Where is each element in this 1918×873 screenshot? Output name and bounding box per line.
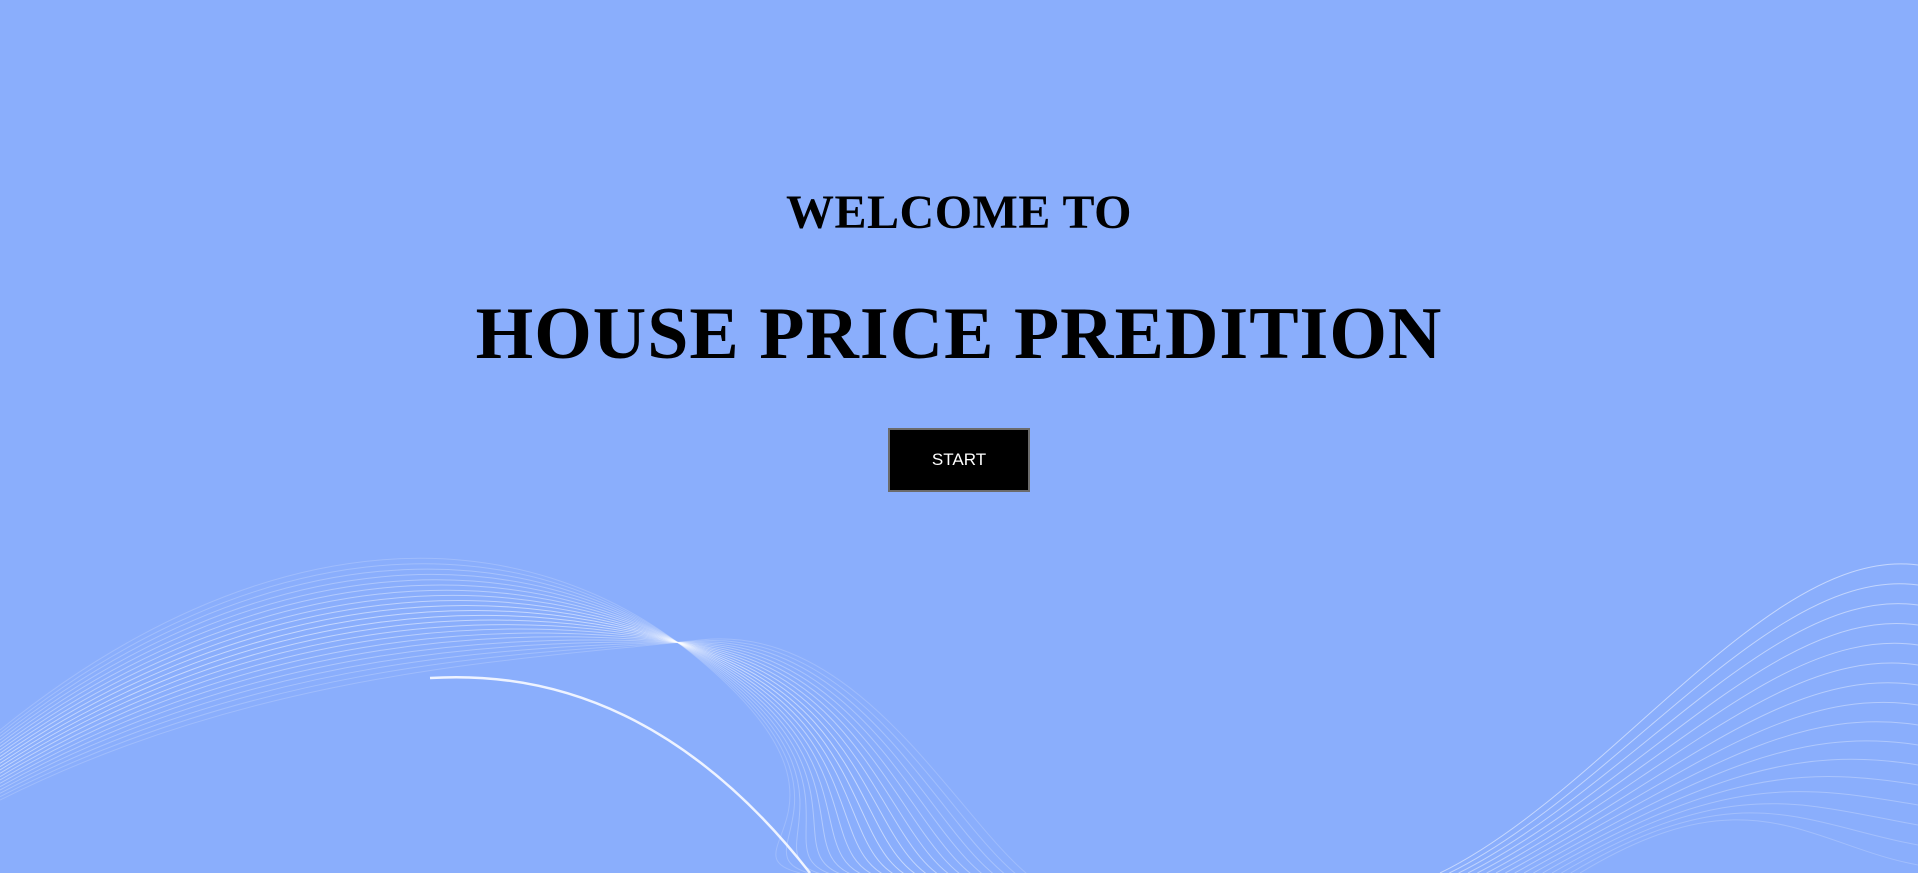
wave-line [0,628,949,873]
wave-line [0,641,994,873]
wave-line [1477,642,1918,873]
wave-line [1579,819,1918,873]
wave-line [1439,563,1918,873]
wave-line [0,568,821,873]
page-title: HOUSE PRICE PREDITION [475,293,1443,375]
wave-line [0,639,983,873]
wave-line [0,557,801,873]
start-button[interactable]: START [888,428,1030,492]
wave-line [1542,776,1918,873]
wave-line [0,579,840,873]
wave-line [1467,623,1918,873]
wave-band-left [0,557,1027,873]
wave-line [1570,812,1918,873]
wave-line [0,640,1016,873]
wave-band-right [1439,563,1918,873]
welcome-heading: WELCOME TO [786,186,1132,239]
wave-line-highlight [429,676,811,873]
wave-line [1561,803,1918,873]
wave-line [1449,583,1918,873]
wave-line [1458,603,1918,873]
wave-line [0,614,916,873]
wave-line [0,636,971,873]
wave-line [1523,740,1918,873]
wave-line [0,574,830,873]
wave-line [0,638,1027,873]
